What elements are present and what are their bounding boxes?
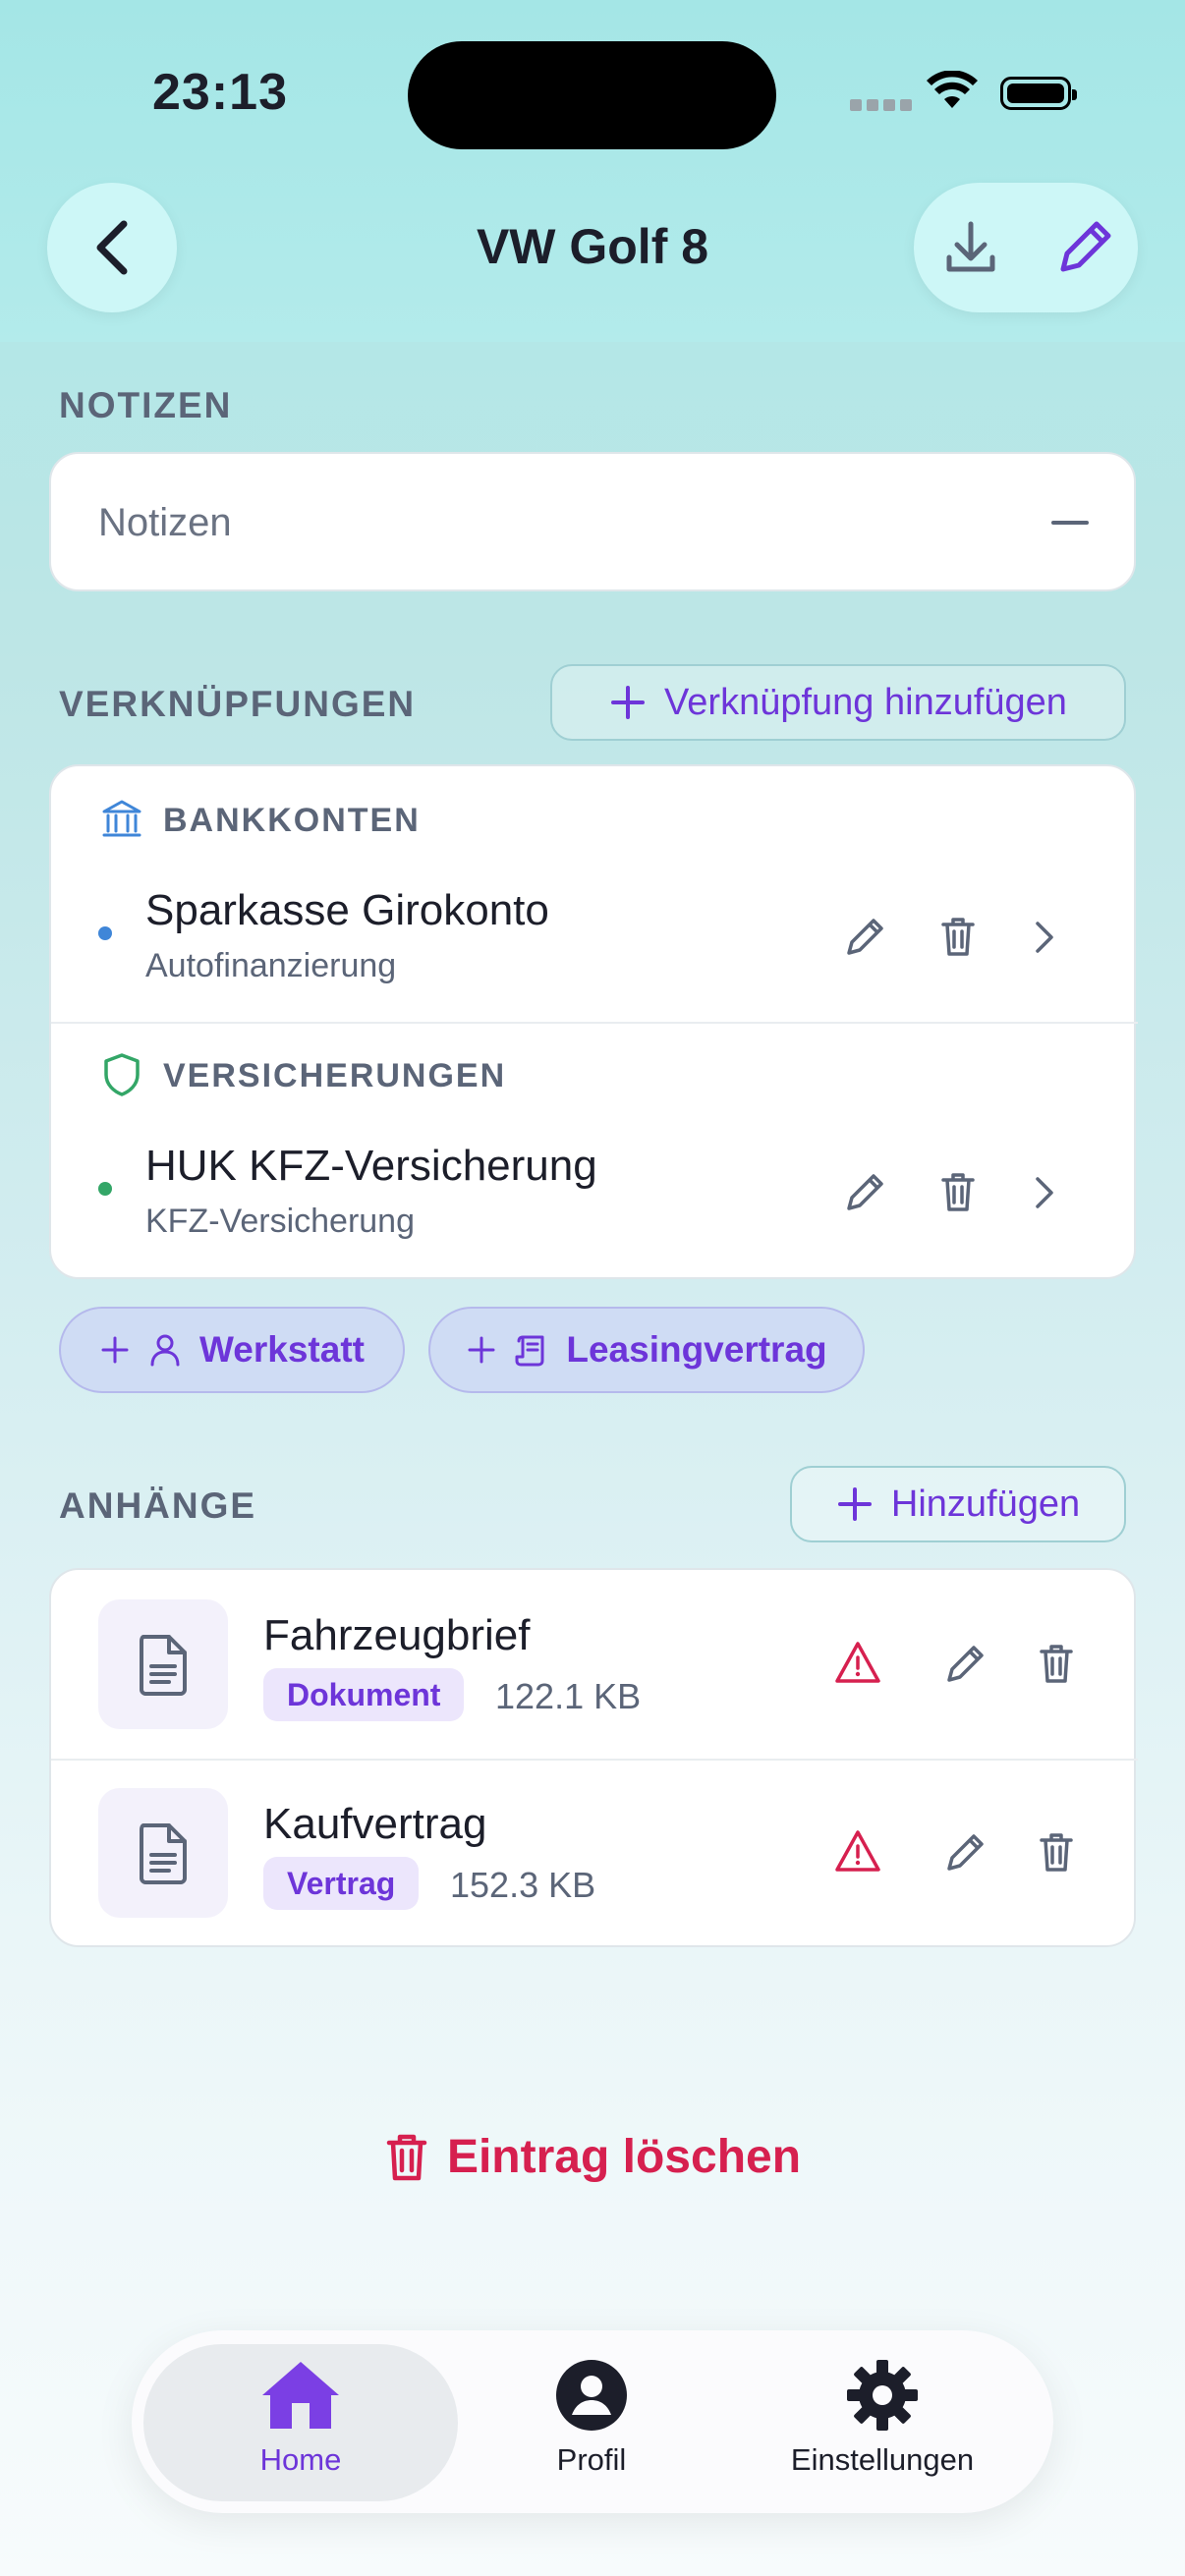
battery-icon xyxy=(1000,77,1077,110)
pencil-icon[interactable] xyxy=(841,1167,890,1216)
attachments-card: Fahrzeugbrief Dokument 122.1 KB Kaufvert… xyxy=(49,1568,1138,1947)
plus-icon xyxy=(468,1336,495,1364)
edit-button[interactable] xyxy=(1049,212,1120,283)
bank-accounts-label: BANKKONTEN xyxy=(163,802,421,839)
shield-icon xyxy=(104,1053,140,1096)
delete-entry-label: Eintrag löschen xyxy=(446,2131,802,2183)
tab-settings[interactable]: Einstellungen xyxy=(735,2358,1030,2495)
bank-icon xyxy=(102,800,141,837)
settings-gear-icon xyxy=(847,2360,918,2431)
tab-home[interactable]: Home xyxy=(143,2358,458,2495)
trash-icon[interactable] xyxy=(1032,1827,1081,1876)
document-icon xyxy=(140,1635,187,1696)
status-time: 23:13 xyxy=(152,64,288,121)
attachments-section-label: ANHÄNGE xyxy=(59,1485,257,1526)
tab-label: Home xyxy=(259,2442,342,2477)
wifi-icon xyxy=(927,70,978,115)
cellular-signal-icon xyxy=(850,98,917,116)
plus-icon xyxy=(611,686,646,719)
add-attachment-label: Hinzufügen xyxy=(890,1483,1081,1525)
attachment-tag: Vertrag xyxy=(263,1857,420,1910)
add-workshop-chip[interactable]: Werkstatt xyxy=(59,1307,405,1393)
plus-icon xyxy=(837,1487,872,1521)
pencil-icon[interactable] xyxy=(841,912,890,961)
link-item-subtitle: Autofinanzierung xyxy=(145,947,397,984)
download-button[interactable] xyxy=(935,212,1006,283)
person-icon xyxy=(150,1334,180,1367)
dynamic-island xyxy=(408,41,776,149)
pencil-icon[interactable] xyxy=(941,1639,990,1688)
notes-placeholder: Notizen xyxy=(98,501,232,544)
warning-icon[interactable] xyxy=(833,1639,882,1688)
chevron-right-icon xyxy=(1036,922,1053,953)
attachment-size: 152.3 KB xyxy=(450,1865,596,1905)
collapse-icon[interactable] xyxy=(1051,521,1089,525)
tab-profile[interactable]: Profil xyxy=(442,2358,741,2495)
add-attachment-button[interactable]: Hinzufügen xyxy=(790,1466,1126,1542)
header-actions xyxy=(914,183,1138,312)
file-thumbnail xyxy=(98,1599,228,1729)
tab-label: Profil xyxy=(556,2442,627,2477)
link-item-bank[interactable]: Sparkasse Girokonto Autofinanzierung xyxy=(51,867,1138,1020)
add-link-label: Verknüpfung hinzufügen xyxy=(664,681,1067,723)
plus-icon xyxy=(101,1336,129,1364)
link-item-insurance[interactable]: HUK KFZ-Versicherung KFZ-Versicherung xyxy=(51,1122,1138,1275)
insurances-label: VERSICHERUNGEN xyxy=(163,1057,507,1094)
attachment-item[interactable]: Kaufvertrag Vertrag 152.3 KB xyxy=(51,1761,1138,1947)
trash-icon xyxy=(386,2134,427,2180)
chip-label: Leasingvertrag xyxy=(566,1329,827,1370)
pencil-icon[interactable] xyxy=(941,1827,990,1876)
status-dot xyxy=(98,1182,112,1196)
links-section-label: VERKNÜPFUNGEN xyxy=(59,684,417,724)
attachment-name: Fahrzeugbrief xyxy=(263,1611,531,1659)
notes-field[interactable]: Notizen xyxy=(49,452,1136,591)
document-icon xyxy=(140,1823,187,1884)
trash-icon[interactable] xyxy=(1032,1639,1081,1688)
scroll-icon xyxy=(515,1335,544,1367)
link-item-subtitle: KFZ-Versicherung xyxy=(145,1203,415,1240)
status-dot xyxy=(98,926,112,940)
chip-label: Werkstatt xyxy=(199,1329,365,1370)
attachment-name: Kaufvertrag xyxy=(263,1800,487,1848)
profile-icon xyxy=(556,2360,627,2431)
warning-icon[interactable] xyxy=(833,1827,882,1876)
links-card: BANKKONTEN Sparkasse Girokonto Autofinan… xyxy=(49,764,1138,1279)
tab-label: Einstellungen xyxy=(790,2442,975,2477)
home-icon xyxy=(262,2362,339,2429)
pencil-icon xyxy=(1060,221,1111,272)
attachment-tag: Dokument xyxy=(263,1668,465,1721)
link-item-title: HUK KFZ-Versicherung xyxy=(145,1142,597,1190)
add-leasing-chip[interactable]: Leasingvertrag xyxy=(428,1307,865,1393)
link-item-title: Sparkasse Girokonto xyxy=(145,886,549,934)
attachment-size: 122.1 KB xyxy=(495,1676,642,1716)
attachment-item[interactable]: Fahrzeugbrief Dokument 122.1 KB xyxy=(51,1570,1138,1759)
divider xyxy=(51,1022,1138,1024)
delete-entry-button[interactable]: Eintrag löschen xyxy=(0,2130,1185,2184)
notes-section-label: NOTIZEN xyxy=(59,385,233,425)
download-icon xyxy=(946,221,995,272)
file-thumbnail xyxy=(98,1788,228,1918)
trash-icon[interactable] xyxy=(933,912,983,961)
trash-icon[interactable] xyxy=(933,1167,983,1216)
add-link-button[interactable]: Verknüpfung hinzufügen xyxy=(550,664,1126,741)
chevron-right-icon xyxy=(1036,1177,1053,1208)
